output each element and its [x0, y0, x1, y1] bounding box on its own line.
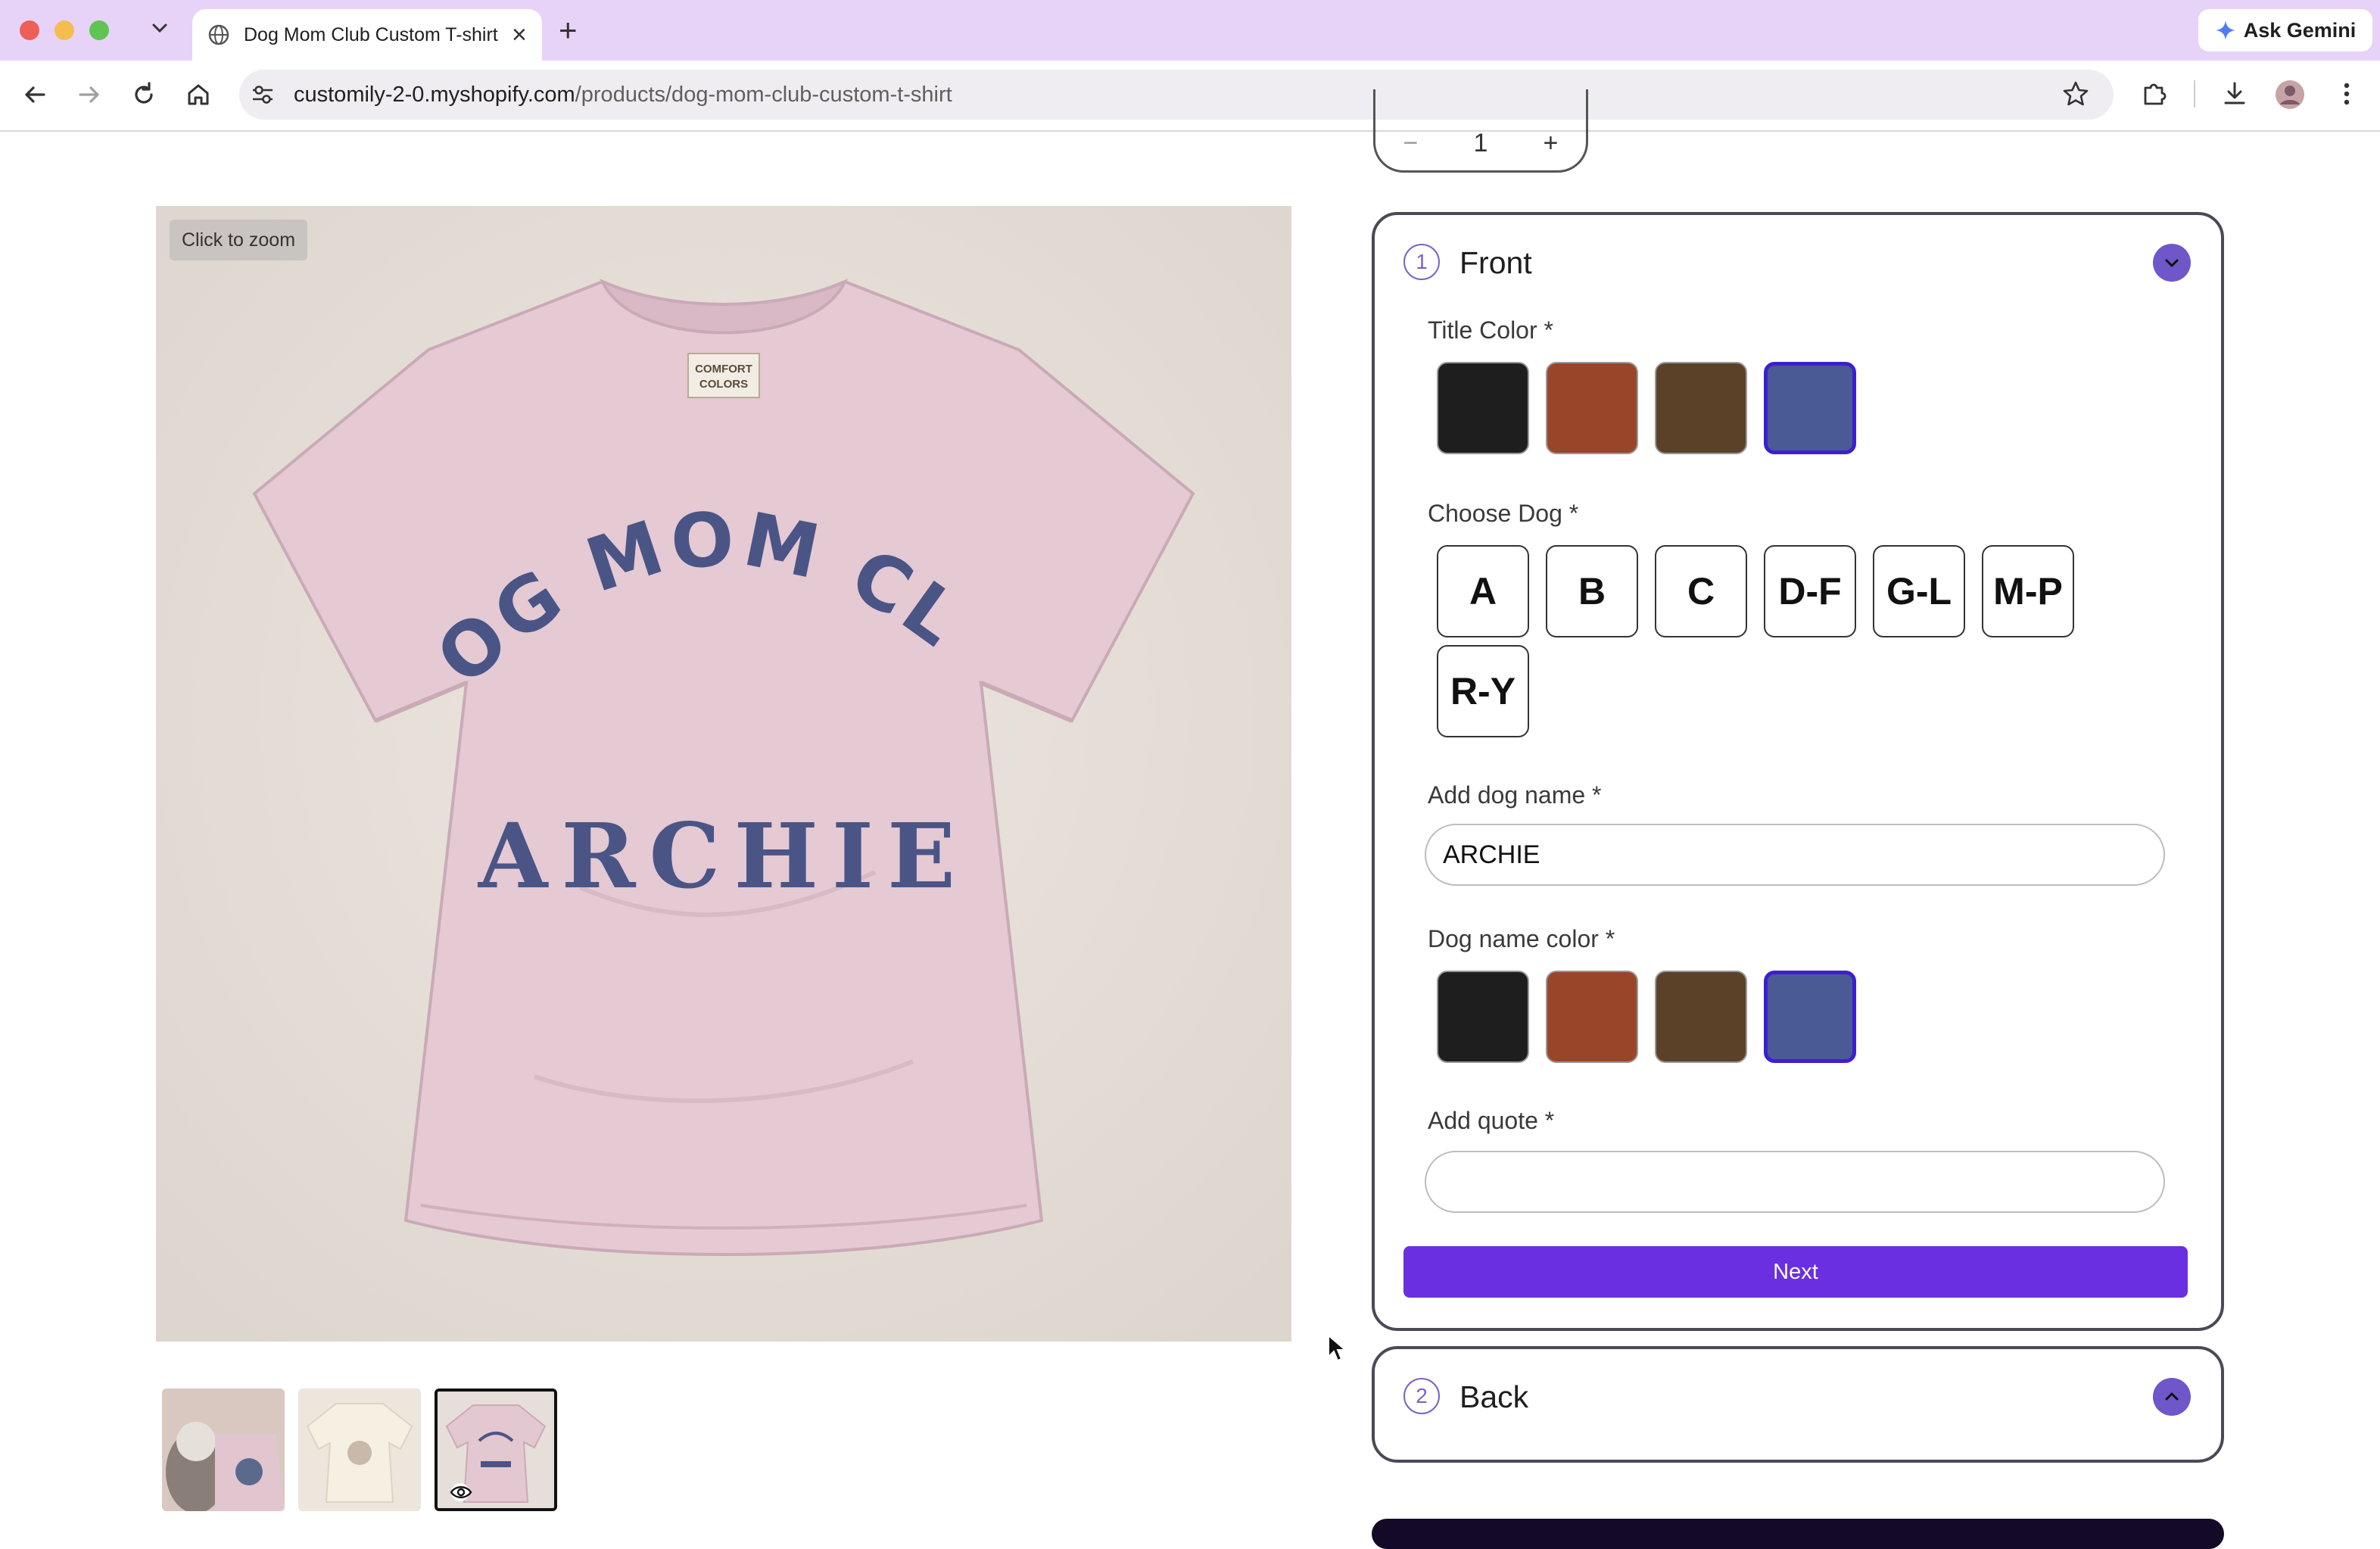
dog-option-c[interactable]: C: [1655, 545, 1747, 637]
toolbar-divider: [2194, 80, 2195, 108]
dog-name-color-swatch-brown[interactable]: [1655, 971, 1747, 1063]
choose-dog-label: Choose Dog *: [1428, 500, 1579, 527]
close-window-button[interactable]: [20, 20, 39, 40]
dog-option-b[interactable]: B: [1546, 545, 1638, 637]
tab-search-chevron-icon[interactable]: [148, 17, 171, 39]
dog-name-label: Add dog name *: [1428, 781, 1602, 809]
quantity-increase-button[interactable]: +: [1544, 129, 1559, 158]
back-expand-button[interactable]: [2153, 1378, 2191, 1416]
dog-option-d-f[interactable]: D-F: [1764, 545, 1856, 637]
mouse-cursor-icon: [1328, 1334, 1347, 1362]
new-tab-icon[interactable]: +: [559, 14, 578, 47]
dog-name-color-swatch-rust[interactable]: [1546, 971, 1638, 1063]
address-bar[interactable]: customily-2-0.myshopify.com/products/dog…: [239, 70, 2114, 120]
thumbnail-2[interactable]: [298, 1388, 421, 1511]
url-path: /products/dog-mom-club-custom-t-shirt: [575, 82, 952, 107]
home-icon[interactable]: [183, 79, 213, 110]
dog-name-color-label: Dog name color *: [1428, 925, 1615, 952]
back-step-title[interactable]: Back: [1459, 1379, 1528, 1415]
dog-option-r-y[interactable]: R-Y: [1437, 645, 1529, 737]
back-step-number: 2: [1403, 1378, 1440, 1414]
dog-name-color-swatch-black[interactable]: [1437, 971, 1529, 1063]
product-main-image[interactable]: COMFORT COLORS DOG MOM CLUB ARCHIE: [156, 206, 1291, 1342]
title-color-swatch-rust[interactable]: [1546, 362, 1638, 454]
front-step-number: 1: [1403, 244, 1440, 280]
click-to-zoom-badge[interactable]: Click to zoom: [170, 220, 308, 260]
active-browser-tab[interactable]: Dog Mom Club Custom T-shirt ×: [192, 9, 542, 61]
add-to-cart-bar-partial[interactable]: [1372, 1519, 2224, 1549]
add-quote-label: Add quote *: [1428, 1107, 1555, 1134]
thumbnail-1[interactable]: [162, 1388, 285, 1511]
front-collapse-button[interactable]: [2153, 244, 2191, 282]
title-color-swatch-brown[interactable]: [1655, 362, 1747, 454]
maximize-window-button[interactable]: [89, 20, 109, 40]
close-tab-icon[interactable]: ×: [512, 22, 527, 48]
globe-icon: [208, 24, 229, 45]
quantity-value[interactable]: 1: [1474, 129, 1488, 158]
t-shirt-image: COMFORT COLORS DOG MOM CLUB ARCHIE: [156, 206, 1291, 1342]
dog-option-g-l[interactable]: G-L: [1873, 545, 1965, 637]
download-icon[interactable]: [2220, 79, 2250, 109]
shirt-name-text: ARCHIE: [478, 803, 969, 909]
site-settings-icon[interactable]: [250, 82, 276, 108]
ask-gemini-button[interactable]: Ask Gemini: [2198, 9, 2372, 51]
title-color-label: Title Color *: [1428, 316, 1553, 344]
dog-name-input[interactable]: [1425, 824, 2165, 886]
profile-avatar-icon[interactable]: [2274, 79, 2306, 111]
url-host: customily-2-0.myshopify.com: [294, 82, 575, 107]
dog-name-color-swatch-navy[interactable]: [1764, 971, 1856, 1063]
shirt-tag-line-2: COLORS: [699, 378, 748, 391]
more-menu-icon[interactable]: [2332, 79, 2362, 109]
front-step-title[interactable]: Front: [1459, 245, 1532, 281]
quantity-decrease-button[interactable]: −: [1403, 129, 1419, 158]
back-arrow-icon[interactable]: [20, 79, 50, 110]
forward-arrow-icon[interactable]: [74, 79, 104, 110]
dog-option-m-p[interactable]: M-P: [1982, 545, 2074, 637]
shirt-tag-line-1: COMFORT: [695, 363, 752, 376]
tab-title: Dog Mom Club Custom T-shirt: [244, 23, 498, 45]
title-color-swatch-navy[interactable]: [1764, 362, 1856, 454]
bookmark-star-icon[interactable]: [2061, 79, 2091, 109]
chevron-down-icon: [2165, 259, 2179, 267]
chevron-up-icon: [2165, 1392, 2179, 1401]
quantity-stepper: − 1 +: [1373, 89, 1588, 173]
title-color-swatch-black[interactable]: [1437, 362, 1529, 454]
dog-option-a[interactable]: A: [1437, 545, 1529, 637]
next-button[interactable]: Next: [1403, 1246, 2188, 1298]
quote-input[interactable]: [1425, 1151, 2165, 1213]
ask-gemini-label: Ask Gemini: [2243, 18, 2357, 42]
thumbnail-3[interactable]: [435, 1388, 557, 1511]
eye-icon: [450, 1486, 472, 1498]
thumbnail-image: [162, 1388, 285, 1511]
extensions-puzzle-icon[interactable]: [2139, 79, 2170, 109]
reload-icon[interactable]: [129, 79, 159, 110]
thumbnail-image: [298, 1388, 421, 1511]
minimize-window-button[interactable]: [55, 20, 74, 40]
gemini-sparkle-icon: [2215, 20, 2235, 40]
